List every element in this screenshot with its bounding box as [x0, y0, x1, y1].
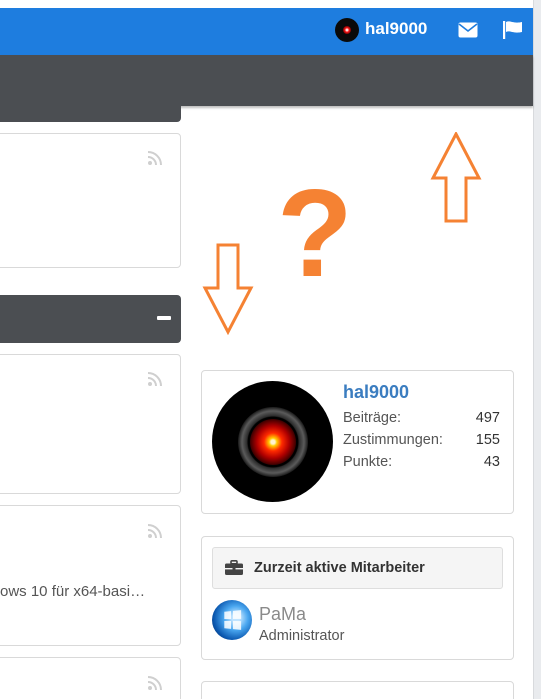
stat-row: Zustimmungen: 155: [343, 432, 500, 454]
rss-icon[interactable]: [147, 150, 163, 166]
stat-label: Punkte:: [343, 454, 393, 470]
feed-snippet-text[interactable]: ows 10 für x64-basi…: [0, 583, 145, 600]
arrow-down-annotation: [202, 243, 254, 335]
hal-eye-icon: [343, 26, 351, 34]
feed-card: [0, 354, 181, 494]
stat-row: Punkte: 43: [343, 454, 500, 476]
feed-card: [0, 133, 181, 268]
staff-widget-header: Zurzeit aktive Mitarbeiter: [212, 547, 503, 589]
top-bar: hal9000: [0, 8, 533, 55]
scrollbar-edge[interactable]: [533, 0, 541, 699]
rss-icon[interactable]: [147, 523, 163, 539]
stat-label: Beiträge:: [343, 410, 402, 426]
minus-icon[interactable]: [157, 316, 171, 320]
stat-row: Beiträge: 497: [343, 410, 500, 432]
staff-member-role: Administrator: [259, 628, 345, 644]
rss-icon[interactable]: [147, 371, 163, 387]
staff-widget-title: Zurzeit aktive Mitarbeiter: [254, 560, 425, 576]
sidebar-card: [201, 681, 514, 699]
stat-value: 155: [475, 432, 500, 448]
staff-widget: Zurzeit aktive Mitarbeiter PaMa Administ…: [201, 536, 514, 660]
windows-logo-icon: [224, 610, 242, 630]
section-header: [0, 295, 181, 343]
profile-name-link[interactable]: hal9000: [343, 382, 409, 403]
user-avatar[interactable]: [335, 18, 359, 42]
envelope-icon[interactable]: [458, 22, 478, 38]
hal-eye-icon: [237, 406, 308, 477]
section-header-stub: [0, 106, 181, 122]
briefcase-icon: [225, 560, 243, 575]
feed-card: [0, 657, 181, 699]
stat-value: 497: [475, 410, 500, 426]
feed-card: [0, 505, 181, 646]
rss-icon[interactable]: [147, 675, 163, 691]
staff-member-name[interactable]: PaMa: [259, 604, 306, 625]
flag-icon[interactable]: [503, 21, 523, 39]
stat-value: 43: [483, 454, 500, 470]
top-username-link[interactable]: hal9000: [365, 19, 427, 39]
staff-avatar[interactable]: [212, 600, 252, 640]
nav-bar: [0, 55, 533, 106]
profile-avatar[interactable]: [212, 381, 333, 502]
question-mark-annotation: ?: [277, 165, 353, 303]
profile-card: hal9000 Beiträge: 497 Zustimmungen: 155 …: [201, 370, 514, 514]
stat-label: Zustimmungen:: [343, 432, 443, 448]
arrow-up-annotation: [430, 132, 482, 223]
